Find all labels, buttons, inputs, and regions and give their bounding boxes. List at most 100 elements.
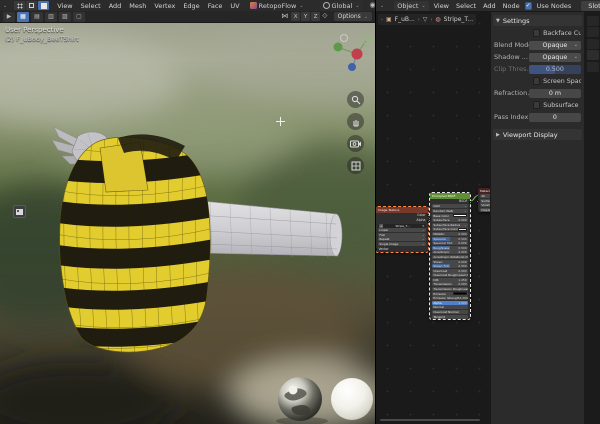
node-property-row[interactable]: Anisotropic Rotation0.000: [432, 255, 468, 259]
vertex-select-button[interactable]: [14, 1, 25, 10]
menu-item[interactable]: Select: [81, 2, 101, 10]
menu-item[interactable]: Add: [109, 2, 122, 10]
node-input-row[interactable]: Surface: [480, 199, 490, 203]
node-dropdown[interactable]: Linear: [378, 228, 426, 232]
node-property-row[interactable]: Metallic0.000: [432, 232, 468, 236]
node-canvas[interactable]: › ▣ F_uB... › ▽ › ◍ Stripe_T... Image Te…: [376, 12, 490, 424]
mirror-icon[interactable]: ⋈: [281, 13, 288, 20]
shader-editor[interactable]: ⌄ Object⌄ ViewSelectAddNode ✓ Use Nodes …: [376, 0, 600, 424]
sidebar-tab[interactable]: [587, 39, 599, 49]
face-select-button[interactable]: [38, 1, 49, 10]
node-input-row[interactable]: Volume: [480, 203, 490, 207]
node-property-row[interactable]: Specular Tint0.000: [432, 241, 468, 245]
base-color-input-socket[interactable]: [428, 217, 431, 220]
sidebar-tab[interactable]: [587, 16, 599, 26]
node-property-row[interactable]: Subsurface Color: [432, 227, 468, 231]
tool-select-box-button[interactable]: ▦: [17, 12, 29, 22]
pivot-point-dropdown[interactable]: ◉⌄: [369, 2, 375, 9]
node-property-row[interactable]: Alpha1.000: [432, 301, 468, 305]
node-property-row[interactable]: GGX: [432, 204, 468, 208]
edge-select-button[interactable]: [26, 1, 37, 10]
axis-toggle[interactable]: Z: [311, 12, 320, 21]
tool-icon-4[interactable]: ▨: [59, 12, 71, 22]
perspective-toggle-button[interactable]: [347, 157, 364, 174]
shader-type-dropdown[interactable]: Object⌄: [394, 1, 428, 11]
node-property-row[interactable]: Transmission Roughness0.000: [432, 287, 468, 291]
node-dropdown[interactable]: Repeat: [378, 237, 426, 241]
breadcrumb-object[interactable]: F_uB...: [395, 16, 415, 23]
node-property-row[interactable]: Base Color: [432, 214, 468, 218]
node-property-row[interactable]: Sheen0.000: [432, 260, 468, 264]
3d-viewport[interactable]: ⌄ View Select Add Mesh Vertex Edge Face UV Reto…: [0, 0, 376, 424]
settings-checkbox[interactable]: [533, 101, 540, 109]
node-property-row[interactable]: Emission: [432, 292, 468, 296]
material-output-node[interactable]: Material Output AllSurfaceVolumeDisplace…: [478, 188, 490, 212]
tool-icon-2[interactable]: ▤: [31, 12, 43, 22]
use-nodes-checkbox[interactable]: ✓: [525, 2, 532, 10]
node-property-row[interactable]: Subsurface0.000: [432, 218, 468, 222]
menu-item[interactable]: Add: [483, 2, 496, 10]
zoom-button[interactable]: [347, 91, 364, 108]
settings-panel-header[interactable]: ▼ Settings: [493, 15, 582, 26]
node-property-row[interactable]: Specular0.500: [432, 237, 468, 241]
axis-toggle[interactable]: Y: [301, 12, 310, 21]
camera-view-button[interactable]: [347, 135, 364, 152]
tool-cursor-button[interactable]: ▶: [3, 12, 15, 22]
node-property-row[interactable]: Clearcoat Roughness0.030: [432, 273, 468, 277]
transform-orientation-dropdown[interactable]: Global⌄: [320, 1, 363, 11]
settings-widget[interactable]: 0: [529, 113, 581, 122]
menu-item[interactable]: UV: [230, 2, 239, 10]
surface-input-socket[interactable]: [476, 200, 479, 203]
editor-type-dropdown[interactable]: ⌄: [3, 3, 7, 9]
node-property-row[interactable]: IOR1.450: [432, 278, 468, 282]
retopoflow-menu[interactable]: RetopoFlow⌄: [247, 1, 307, 11]
tool-icon-3[interactable]: ▥: [45, 12, 57, 22]
material-slot-button[interactable]: Slot 1: [581, 1, 600, 11]
sidebar-tab[interactable]: [587, 27, 599, 37]
pan-button[interactable]: [347, 113, 364, 130]
node-property-row[interactable]: Random Walk: [432, 209, 468, 213]
options-dropdown[interactable]: Options⌄: [334, 12, 372, 21]
bsdf-output[interactable]: BSDF: [430, 199, 470, 204]
breadcrumb-material[interactable]: Stripe_T...: [444, 16, 473, 23]
tool-icon-5[interactable]: ▢: [73, 12, 85, 22]
settings-widget[interactable]: 0.500: [529, 65, 581, 74]
node-input-row[interactable]: Displacement: [480, 208, 490, 212]
menu-item[interactable]: Face: [208, 2, 223, 10]
menu-item[interactable]: Mesh: [129, 2, 146, 10]
settings-checkbox[interactable]: [533, 77, 540, 85]
settings-widget[interactable]: Opaque: [529, 41, 581, 50]
node-property-row[interactable]: Tangent: [432, 315, 468, 319]
image-texture-node[interactable]: Image Texture ColorAlpha 🖼Stripe_T...✕ L…: [376, 207, 428, 252]
viewport-floating-button[interactable]: [13, 205, 26, 218]
menu-item[interactable]: Vertex: [154, 2, 175, 10]
viewport-display-panel-header[interactable]: ▶ Viewport Display: [493, 129, 582, 140]
node-property-row[interactable]: Normal: [432, 305, 468, 309]
node-property-row[interactable]: Emission Strength1.000: [432, 296, 468, 300]
menu-item[interactable]: Node: [503, 2, 520, 10]
node-input-row[interactable]: All: [480, 194, 490, 198]
menu-item[interactable]: Edge: [183, 2, 199, 10]
settings-widget[interactable]: 0 m: [529, 89, 581, 98]
principled-bsdf-node[interactable]: Principled BSDF BSDF GGX Random Walk Bas…: [430, 193, 470, 319]
sidebar-tab[interactable]: [587, 62, 599, 72]
node-property-row[interactable]: Clearcoat Normal: [432, 310, 468, 314]
menu-item[interactable]: View: [434, 2, 449, 10]
node-output[interactable]: Alpha: [376, 218, 428, 223]
node-dropdown[interactable]: Flat: [378, 233, 426, 237]
snap-falloff-icon[interactable]: ⟐: [322, 13, 328, 20]
image-selector[interactable]: 🖼Stripe_T...✕: [378, 224, 426, 228]
menu-item[interactable]: View: [57, 2, 72, 10]
sidebar-tab[interactable]: [587, 50, 599, 60]
node-title[interactable]: Material Output: [478, 188, 490, 194]
node-property-row[interactable]: Sheen Tint0.500: [432, 264, 468, 268]
editor-type-dropdown[interactable]: ⌄: [380, 3, 384, 9]
node-input-vector[interactable]: Vector: [376, 247, 428, 252]
settings-widget[interactable]: Opaque: [529, 53, 581, 62]
node-property-row[interactable]: Anisotropic0.000: [432, 250, 468, 254]
node-property-row[interactable]: Subsurface Radius: [432, 223, 468, 227]
bsdf-output-socket[interactable]: [469, 201, 472, 204]
axis-toggle[interactable]: X: [291, 12, 300, 21]
node-property-row[interactable]: Transmission0.000: [432, 282, 468, 286]
settings-checkbox[interactable]: [533, 29, 540, 37]
